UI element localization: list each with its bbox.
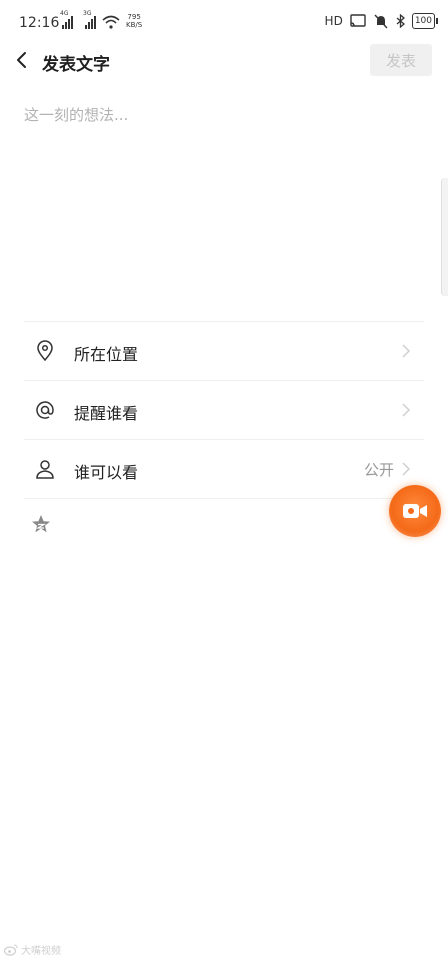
top-bar: 发表文字 发表: [0, 44, 448, 80]
network-speed: 795 KB/S: [126, 13, 142, 29]
at-sign-icon: [36, 401, 54, 419]
battery-cap: [436, 18, 438, 24]
watermark: 大嘴视频: [4, 942, 61, 957]
chevron-right-icon: [402, 403, 410, 417]
status-time: 12:16: [19, 15, 60, 31]
watermark-text: 大嘴视频: [21, 946, 61, 957]
sim1-tag: 4G: [60, 10, 69, 17]
star-icon[interactable]: [30, 513, 52, 535]
sim2-tag: 3G: [83, 10, 92, 17]
post-text-placeholder: 这一刻的想法...: [24, 106, 129, 124]
wifi-icon: [102, 15, 120, 29]
option-label: 提醒谁看: [74, 404, 139, 423]
weibo-logo-icon: [4, 944, 18, 956]
status-left-icons: 4G 3G 795 KB/S: [60, 10, 142, 29]
option-mention[interactable]: 提醒谁看: [24, 380, 424, 439]
chevron-right-icon: [402, 344, 410, 358]
hd-indicator: HD: [324, 14, 343, 28]
option-location[interactable]: 所在位置: [24, 321, 424, 380]
back-arrow-icon[interactable]: [10, 48, 34, 72]
battery-icon: 100: [411, 13, 435, 29]
page-title: 发表文字: [42, 55, 110, 75]
speed-unit: KB/S: [126, 21, 143, 29]
post-options-list: 所在位置 提醒谁看 谁可以看 公开: [24, 321, 424, 499]
mute-bell-icon: [374, 14, 388, 28]
speed-value: 795: [127, 13, 141, 21]
person-icon: [36, 460, 54, 479]
floating-record-button[interactable]: [389, 485, 441, 537]
visibility-value: 公开: [363, 461, 394, 479]
side-pull-handle[interactable]: [441, 178, 448, 296]
option-visibility[interactable]: 谁可以看 公开: [24, 439, 424, 499]
option-label: 所在位置: [74, 345, 139, 364]
signal-sim1-icon: 4G: [60, 10, 73, 29]
location-pin-icon: [37, 340, 53, 362]
status-bar: 12:16 4G 3G 795 KB/S HD 100: [0, 0, 448, 44]
publish-button[interactable]: 发表: [370, 44, 432, 76]
signal-sim2-icon: 3G: [83, 10, 96, 29]
video-camera-icon: [403, 504, 427, 518]
bluetooth-icon: [396, 14, 405, 28]
status-right-icons: HD 100: [325, 13, 438, 29]
post-text-input[interactable]: 这一刻的想法...: [24, 104, 424, 314]
option-label: 谁可以看: [74, 463, 139, 482]
chevron-right-icon: [402, 462, 410, 476]
cast-icon: [350, 14, 366, 27]
